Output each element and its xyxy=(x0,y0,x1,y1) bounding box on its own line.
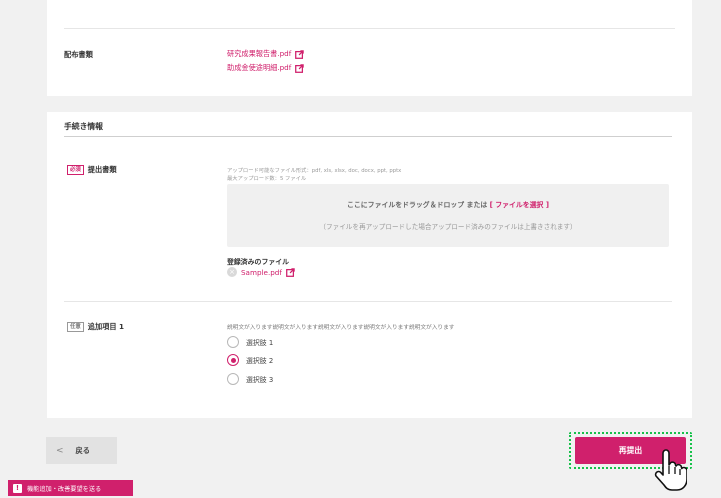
radio-button-checked[interactable] xyxy=(227,354,239,366)
feedback-button[interactable]: ! 機能追加・改善要望を送る xyxy=(8,480,133,496)
external-link-icon xyxy=(295,63,304,73)
dropzone-subtext: （ファイルを再アップロードした場合アップロード済みのファイルは上書きされます） xyxy=(319,223,577,231)
external-link-icon xyxy=(285,267,295,277)
distribution-label: 配布書類 xyxy=(64,50,93,59)
registered-files-title: 登録済みのファイル xyxy=(227,258,290,266)
optional-badge: 任意 xyxy=(67,322,84,332)
procedure-card xyxy=(47,112,692,418)
select-file-link[interactable]: [ ファイルを選択 ] xyxy=(490,201,549,209)
required-badge: 必須 xyxy=(67,165,84,175)
remove-file-icon[interactable]: × xyxy=(227,267,237,277)
distribution-file-1-link[interactable]: 研究成果報告書.pdf xyxy=(227,49,291,59)
radio-option-2[interactable]: 選択肢 2 xyxy=(227,354,273,366)
radio-label: 選択肢 2 xyxy=(246,357,274,365)
external-link-icon xyxy=(295,49,304,59)
hand-pointer-icon xyxy=(654,449,687,491)
dropzone-main-text: ここにファイルをドラッグ＆ドロップ または xyxy=(347,201,488,209)
radio-option-3[interactable]: 選択肢 3 xyxy=(227,373,273,385)
radio-button[interactable] xyxy=(227,373,239,385)
divider xyxy=(64,28,675,29)
file-dropzone[interactable]: ここにファイルをドラッグ＆ドロップ または [ ファイルを選択 ] （ファイルを… xyxy=(227,184,669,247)
radio-label: 選択肢 3 xyxy=(246,376,274,384)
page: 配布書類 研究成果報告書.pdf 助成金使途明細.pdf 手続き情報 必須 提出書… xyxy=(0,0,721,498)
additional-description: 説明文が入ります説明文が入ります説明文が入ります説明文が入ります説明文が入ります xyxy=(227,325,455,331)
distribution-file-2-link[interactable]: 助成金使途明細.pdf xyxy=(227,63,291,73)
radio-option-1[interactable]: 選択肢 1 xyxy=(227,336,273,348)
registered-file-link[interactable]: Sample.pdf xyxy=(241,268,282,277)
chevron-left-icon: < xyxy=(56,445,64,456)
additional-label-row: 任意 追加項目 1 xyxy=(67,322,124,332)
max-note: 最大アップロード数：5 ファイル xyxy=(227,176,307,182)
back-button[interactable]: < 戻る xyxy=(46,437,117,464)
distribution-card xyxy=(47,0,692,96)
radio-label: 選択肢 1 xyxy=(246,339,274,347)
dropzone-text: ここにファイルをドラッグ＆ドロップ または [ ファイルを選択 ] xyxy=(227,199,669,209)
row-divider xyxy=(64,301,672,302)
submission-label-row: 必須 提出書類 xyxy=(67,165,117,175)
section-divider xyxy=(64,136,672,137)
exclamation-icon: ! xyxy=(13,483,22,493)
distribution-file-2[interactable]: 助成金使途明細.pdf xyxy=(227,63,304,73)
registered-file-row: × Sample.pdf xyxy=(227,267,295,277)
section-title: 手続き情報 xyxy=(64,122,103,131)
submission-label: 提出書類 xyxy=(87,165,117,174)
distribution-file-1[interactable]: 研究成果報告書.pdf xyxy=(227,49,304,59)
format-note: アップロード可能なファイル形式：pdf, xls, xlsx, doc, doc… xyxy=(227,168,402,174)
radio-button[interactable] xyxy=(227,336,239,348)
feedback-label: 機能追加・改善要望を送る xyxy=(27,485,102,493)
additional-label: 追加項目 1 xyxy=(87,322,125,331)
back-label: 戻る xyxy=(75,445,90,455)
